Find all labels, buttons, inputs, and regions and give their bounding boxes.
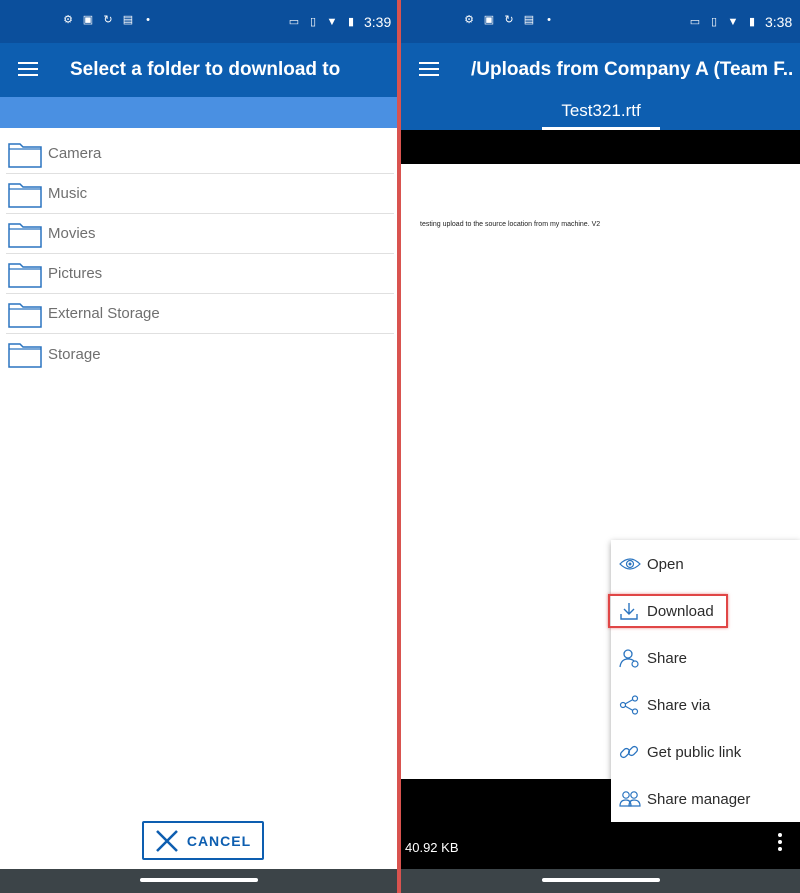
folder-label: Pictures bbox=[48, 265, 103, 282]
people-icon bbox=[619, 791, 641, 807]
wifi-icon: ▼ bbox=[727, 16, 739, 28]
right-screen: ⚙ ▣ ↻ ▤ • ▭ ▯ ▼ ▮ 3:38 /Uploads from Com… bbox=[401, 0, 800, 893]
folder-item-external-storage[interactable]: External Storage bbox=[6, 294, 394, 334]
status-system-icons: ▭ ▯ ▼ ▮ 3:39 bbox=[288, 14, 391, 30]
status-bar: ⚙ ▣ ↻ ▤ • ▭ ▯ ▼ ▮ 3:39 bbox=[0, 0, 397, 43]
menu-item-share-manager[interactable]: Share manager bbox=[611, 776, 800, 822]
settings-icon: ⚙ bbox=[464, 14, 474, 26]
document-text: testing upload to the source location fr… bbox=[420, 221, 601, 228]
menu-item-share-via[interactable]: Share via bbox=[611, 682, 800, 728]
page-title: Select a folder to download to bbox=[70, 59, 341, 80]
folder-icon bbox=[8, 302, 42, 328]
nav-bar bbox=[401, 869, 800, 893]
folder-list: Camera Music Movies Pictures External St… bbox=[6, 134, 394, 374]
folder-icon bbox=[8, 262, 42, 288]
teams-icon: ▣ bbox=[82, 14, 94, 26]
app-bar: Select a folder to download to bbox=[0, 43, 397, 97]
status-time: 3:38 bbox=[765, 14, 793, 30]
more-options-icon[interactable] bbox=[774, 833, 786, 855]
status-system-icons: ▭ ▯ ▼ ▮ 3:38 bbox=[689, 14, 792, 30]
menu-label: Open bbox=[647, 555, 684, 573]
menu-icon[interactable] bbox=[18, 62, 38, 76]
teams-icon: ▣ bbox=[483, 14, 495, 26]
vibrate-icon: ▯ bbox=[309, 16, 317, 28]
folder-item-movies[interactable]: Movies bbox=[6, 214, 394, 254]
menu-label: Share manager bbox=[647, 790, 751, 808]
excel-icon: ▤ bbox=[523, 14, 535, 26]
folder-label: Music bbox=[48, 185, 88, 202]
folder-icon bbox=[8, 222, 42, 248]
nav-bar bbox=[0, 869, 397, 893]
status-time: 3:39 bbox=[364, 14, 392, 30]
battery-icon: ▮ bbox=[748, 16, 756, 28]
menu-label: Download bbox=[647, 602, 714, 620]
left-screen: ⚙ ▣ ↻ ▤ • ▭ ▯ ▼ ▮ 3:39 Select a folder t… bbox=[0, 0, 397, 893]
page-title: /Uploads from Company A (Team F... bbox=[471, 59, 793, 80]
sync-icon: ↻ bbox=[504, 14, 514, 26]
cast-icon: ▭ bbox=[689, 16, 701, 28]
battery-icon: ▮ bbox=[347, 16, 355, 28]
folder-item-pictures[interactable]: Pictures bbox=[6, 254, 394, 294]
tab-bar: Test321.rtf bbox=[401, 97, 800, 130]
dot-icon: • bbox=[146, 14, 150, 26]
folder-icon bbox=[8, 343, 42, 368]
link-icon bbox=[619, 745, 639, 759]
menu-label: Get public link bbox=[647, 743, 742, 761]
folder-icon bbox=[8, 142, 42, 168]
share-nodes-icon bbox=[619, 695, 639, 715]
menu-icon[interactable] bbox=[419, 62, 439, 76]
tab-file[interactable]: Test321.rtf bbox=[542, 97, 660, 130]
folder-label: Camera bbox=[48, 145, 102, 162]
cancel-label: CANCEL bbox=[186, 832, 252, 849]
viewer-top-band bbox=[401, 130, 800, 164]
app-bar: /Uploads from Company A (Team F... bbox=[401, 43, 800, 97]
dot-icon: • bbox=[547, 14, 551, 26]
menu-item-download[interactable]: Download bbox=[611, 588, 800, 634]
close-icon bbox=[155, 829, 178, 852]
folder-item-storage[interactable]: Storage bbox=[6, 334, 394, 374]
sync-icon: ↻ bbox=[103, 14, 113, 26]
status-notification-icons: ⚙ ▣ ↻ ▤ • bbox=[463, 14, 555, 26]
vibrate-icon: ▯ bbox=[710, 16, 718, 28]
menu-item-get-public-link[interactable]: Get public link bbox=[611, 729, 800, 775]
folder-label: External Storage bbox=[48, 305, 160, 322]
settings-icon: ⚙ bbox=[63, 14, 73, 26]
cast-icon: ▭ bbox=[288, 16, 300, 28]
folder-label: Storage bbox=[48, 345, 101, 363]
menu-label: Share bbox=[647, 649, 688, 667]
eye-icon bbox=[619, 558, 641, 570]
menu-item-open[interactable]: Open bbox=[611, 541, 800, 587]
file-size: 40.92 KB bbox=[405, 840, 459, 855]
folder-item-camera[interactable]: Camera bbox=[6, 134, 394, 174]
menu-label: Share via bbox=[647, 696, 711, 714]
folder-icon bbox=[8, 182, 42, 208]
excel-icon: ▤ bbox=[122, 14, 134, 26]
status-bar: ⚙ ▣ ↻ ▤ • ▭ ▯ ▼ ▮ 3:38 bbox=[401, 0, 800, 43]
context-menu: Open Download Share Share via Get public… bbox=[608, 540, 800, 822]
download-icon bbox=[620, 603, 638, 620]
home-gesture-handle[interactable] bbox=[541, 878, 660, 882]
person-share-icon bbox=[619, 649, 639, 668]
folder-label: Movies bbox=[48, 225, 96, 242]
cancel-button[interactable]: CANCEL bbox=[142, 821, 264, 860]
home-gesture-handle[interactable] bbox=[139, 878, 258, 882]
status-notification-icons: ⚙ ▣ ↻ ▤ • bbox=[62, 14, 154, 26]
folder-item-music[interactable]: Music bbox=[6, 174, 394, 214]
sub-header-bar bbox=[0, 97, 397, 128]
wifi-icon: ▼ bbox=[326, 16, 338, 28]
menu-item-share[interactable]: Share bbox=[611, 635, 800, 681]
